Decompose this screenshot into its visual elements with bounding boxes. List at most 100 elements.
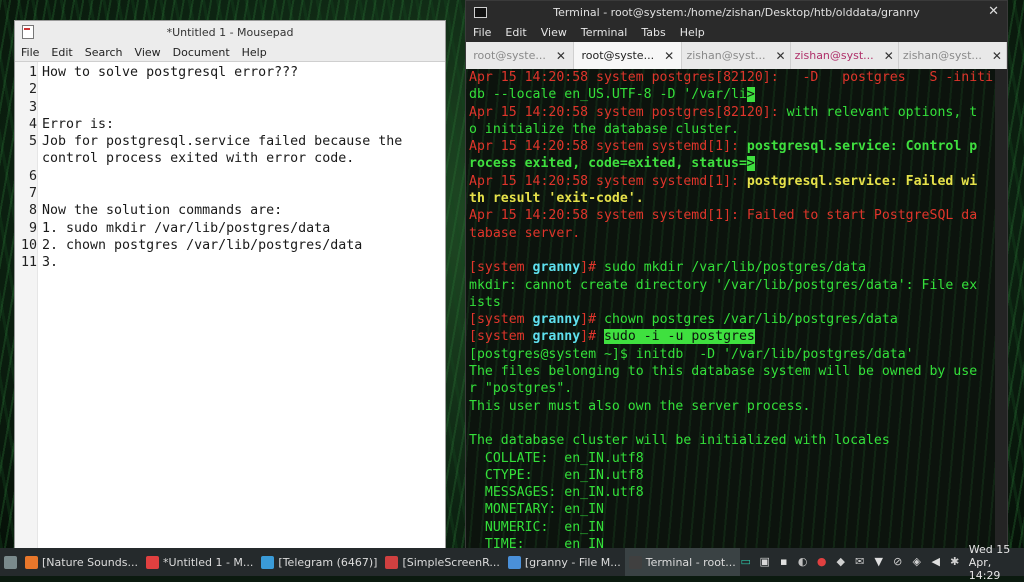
menu-help[interactable]: Help [673,26,712,39]
terminal-text: MONETARY: en_IN [469,502,604,518]
editor-line[interactable]: 6 [29,168,402,185]
truncation-marker: > [746,87,755,103]
taskbar-button-label: [granny - File M... [524,555,621,569]
terminal-line: o initialize the database cluster. [469,121,995,138]
tab-label: zishan@syst... [902,49,982,62]
menu-help[interactable]: Help [236,46,273,59]
terminal-tab[interactable]: zishan@syst... ✕ [899,42,1007,69]
tab-label: zishan@syst... [686,49,766,62]
editor-line[interactable]: 7 [29,185,402,202]
menu-tabs[interactable]: Tabs [634,26,672,39]
mousepad-titlebar[interactable]: *Untitled 1 - Mousepad [15,21,445,43]
taskbar-button-label: Terminal - root... [645,555,736,569]
bluetooth-icon[interactable]: ✱ [949,556,961,568]
terminal-tab[interactable]: root@syste... ✕ [574,42,683,69]
firefox-icon [25,555,38,569]
whisker-menu-icon [4,555,17,569]
taskbar-button[interactable]: Terminal - root... [624,548,740,576]
terminal-line: Apr 15 14:20:58 system systemd[1]: Faile… [469,207,995,224]
editor-line[interactable]: 10 2. chown postgres /var/lib/postgres/da… [21,237,402,254]
editor-line[interactable]: 4 Error is: [29,116,402,133]
menu-file[interactable]: File [466,26,498,39]
menu-terminal[interactable]: Terminal [574,26,635,39]
tab-close-icon[interactable]: ✕ [775,49,785,63]
terminal-text: This user must also own the server proce… [469,398,811,414]
menu-edit[interactable]: Edit [45,46,78,59]
terminal-text: CTYPE: en_IN.utf8 [469,467,644,483]
terminal-line: MESSAGES: en_IN.utf8 [469,484,995,501]
wifi-icon[interactable]: ▼ [873,556,885,568]
notification-icon[interactable]: ◆ [835,556,847,568]
terminal-window[interactable]: Terminal - root@system:/home/zishan/Desk… [465,0,1008,550]
app-icon[interactable]: ▪ [778,556,790,568]
camera-icon[interactable]: ● [816,556,828,568]
volume-icon[interactable]: ◀ [930,556,942,568]
terminal-tab[interactable]: zishan@syst... ✕ [791,42,899,69]
menu-document[interactable]: Document [167,46,236,59]
mousepad-icon [145,555,159,569]
editor-line[interactable]: control process exited with error code. [37,150,402,167]
terminal-text: th result 'exit-code'. [469,191,644,207]
taskbar: [Nature Sounds... *Untitled 1 - M... [Tele… [0,543,1024,582]
menu-edit[interactable]: Edit [498,26,533,39]
taskbar-app-list: [Nature Sounds... *Untitled 1 - M... [Tele… [0,548,740,576]
editor-line[interactable]: 5 Job for postgresql.service failed becau… [29,133,402,150]
line-number: 7 [28,186,37,202]
menu-search[interactable]: Search [79,46,129,59]
terminal-text: rocess exited, code=exited, status= [469,156,747,172]
terminal-line: mkdir: cannot create directory '/var/lib… [469,277,995,294]
shield-icon[interactable]: ◈ [911,556,923,568]
menu-view[interactable]: View [534,26,574,39]
editor-line[interactable]: 11 3. [21,254,402,271]
editor-line[interactable]: 8 Now the solution commands are: [29,202,402,219]
tab-close-icon[interactable]: ✕ [992,49,1002,63]
mousepad-window[interactable]: *Untitled 1 - Mousepad File Edit Search … [14,20,446,550]
editor-line[interactable]: 3 [29,99,402,116]
terminal-output[interactable]: Apr 15 14:20:58 system postgres[82120]: … [466,69,995,549]
tab-close-icon[interactable]: ✕ [664,49,674,63]
terminal-text: Failed to start PostgreSQL da [746,208,978,224]
line-text: Now the solution commands are: [42,203,283,219]
editor-line[interactable]: 2 [29,81,402,98]
taskbar-button[interactable]: *Untitled 1 - M... [142,548,257,576]
chat-icon[interactable]: ▭ [740,556,752,568]
terminal-tab[interactable]: zishan@syst... ✕ [682,42,791,69]
line-number: 11 [20,255,37,271]
taskbar-button[interactable]: [granny - File M... [504,548,625,576]
terminal-line: db --locale en_US.UTF-8 -D '/var/li> [469,86,995,103]
editor-line[interactable]: 9 1. sudo mkdir /var/lib/postgres/data [29,220,402,237]
close-icon[interactable]: ✕ [988,4,999,19]
line-number [15,150,39,167]
terminal-text: chown postgres /var/lib/postgres/data [604,312,898,328]
terminal-scrollbar[interactable] [995,69,1007,549]
taskbar-button[interactable] [0,548,21,576]
terminal-line: tabase server. [469,225,995,242]
line-text: 2. chown postgres /var/lib/postgres/data [42,237,363,253]
menu-view[interactable]: View [129,46,167,59]
line-text [39,185,42,202]
terminal-text: ]# [580,312,604,328]
line-number: 5 [28,134,37,150]
line-text [39,99,42,116]
terminal-text: o initialize the database cluster. [469,121,739,137]
clip-icon[interactable]: ⊘ [892,556,904,568]
stream-icon[interactable]: ◐ [797,556,809,568]
terminal-tab[interactable]: root@syste... ✕ [466,42,575,69]
terminal-text: postgresql.service: Control p [746,139,978,155]
taskbar-button[interactable]: [SimpleScreenR... [381,548,503,576]
line-number: 4 [28,116,37,132]
tab-close-icon[interactable]: ✕ [884,49,894,63]
line-number: 1 [28,65,37,80]
terminal-titlebar[interactable]: Terminal - root@system:/home/zishan/Desk… [466,1,1007,23]
mousepad-editor[interactable]: 1 How to solve postgresql error??? 2 3 4 Erro… [15,62,445,549]
terminal-icon [628,555,642,569]
menu-file[interactable]: File [15,46,45,59]
mail-icon[interactable]: ✉ [854,556,866,568]
taskbar-button[interactable]: [Telegram (6467)] [257,548,381,576]
notes-icon[interactable]: ▣ [759,556,771,568]
taskbar-button[interactable]: [Nature Sounds... [21,548,142,576]
tab-close-icon[interactable]: ✕ [556,49,566,63]
editor-text-area[interactable]: 1 How to solve postgresql error??? 2 3 4 Erro… [15,62,402,549]
editor-line[interactable]: 1 How to solve postgresql error??? [29,64,402,81]
terminal-text: granny [532,312,581,328]
